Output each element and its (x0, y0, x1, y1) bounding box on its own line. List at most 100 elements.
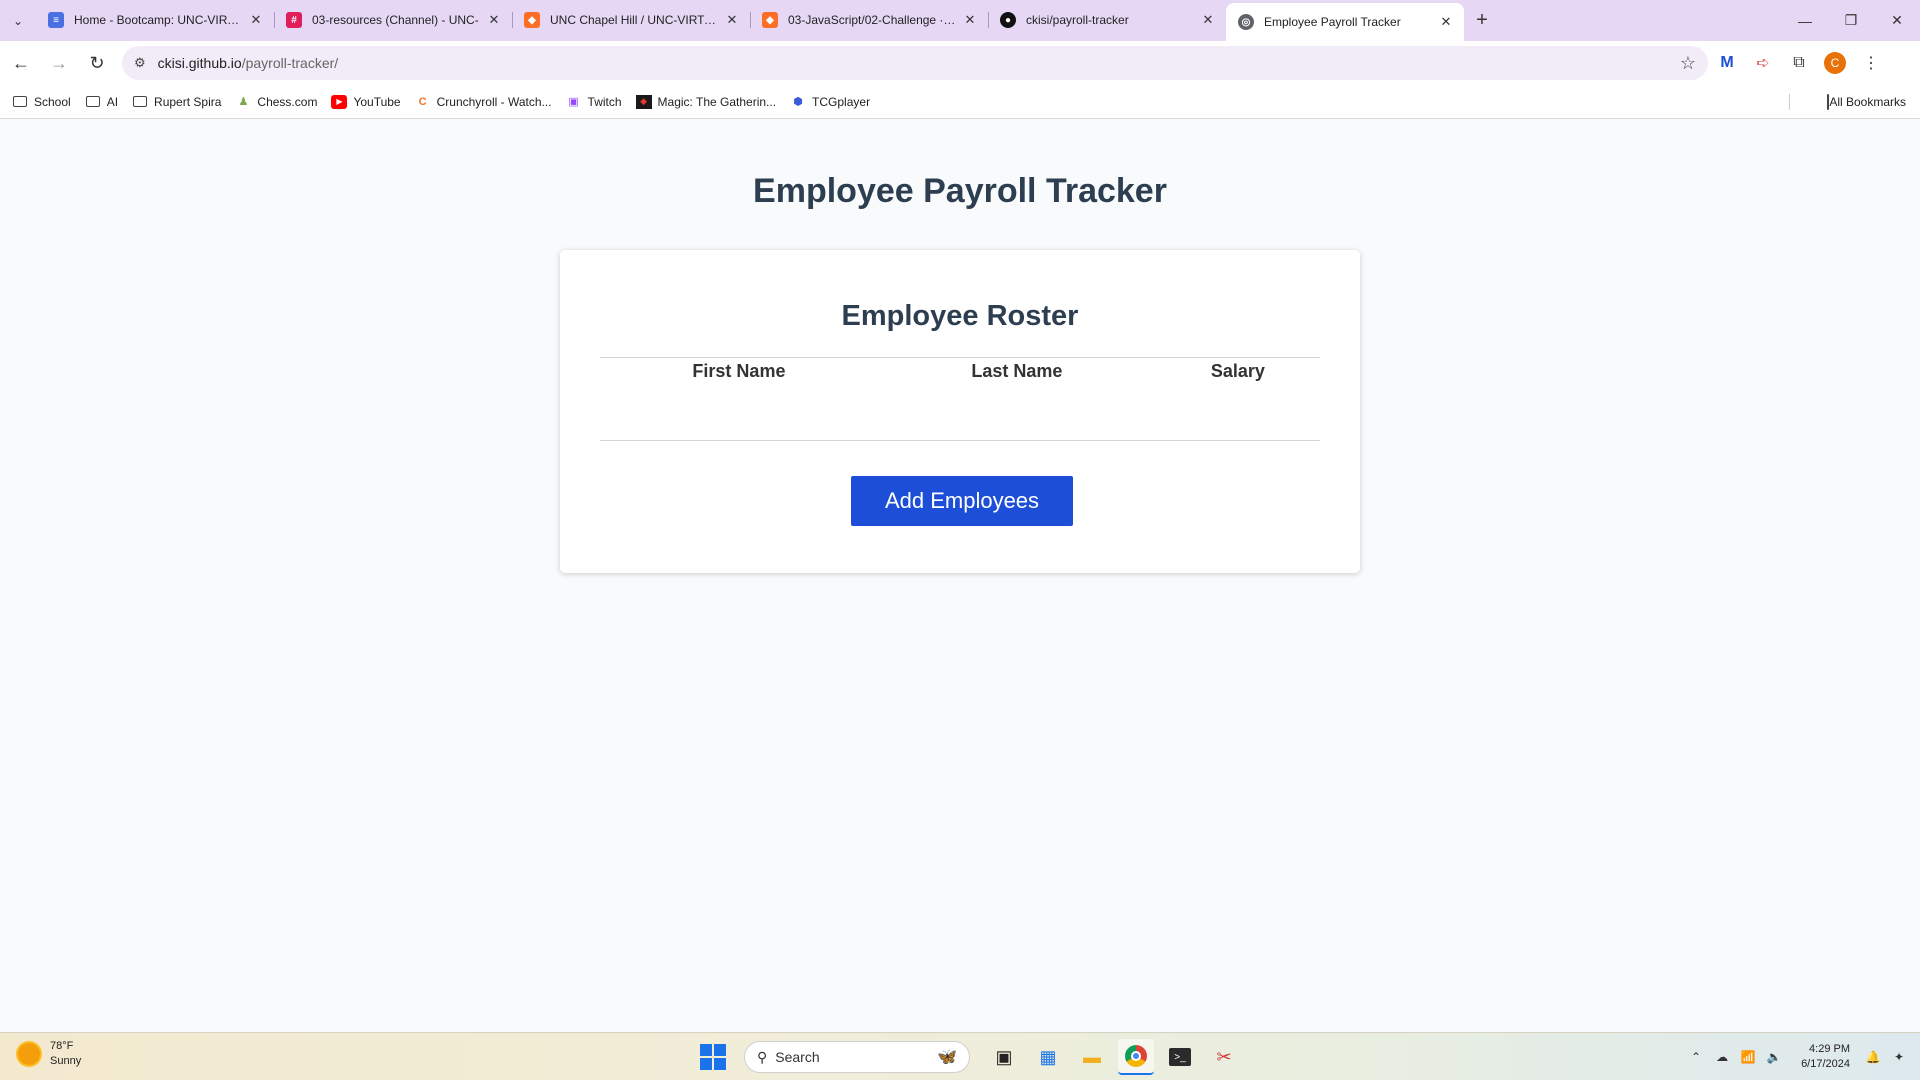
roster-card: Employee Roster First Name Last Name Sal… (560, 250, 1360, 573)
address-bar[interactable]: ⚙ ckisi.github.io/payroll-tracker/ ☆ (122, 46, 1708, 80)
close-icon[interactable]: ✕ (962, 12, 978, 28)
clock[interactable]: 4:29 PM 6/17/2024 (1801, 1042, 1850, 1072)
gitlab-icon: ◆ (762, 12, 778, 28)
all-bookmarks-button[interactable]: All Bookmarks (1827, 85, 1906, 119)
folder-icon (132, 95, 148, 109)
store-icon[interactable]: ▦ (1030, 1039, 1066, 1075)
close-icon[interactable]: ✕ (1200, 12, 1216, 28)
wifi-icon[interactable]: 📶 (1737, 1050, 1759, 1064)
search-highlight-icon: 🦋 (937, 1049, 957, 1066)
close-window-icon[interactable]: ✕ (1874, 0, 1920, 41)
tab-title: 03-resources (Channel) - UNC- (312, 13, 479, 27)
url-path: /payroll-tracker/ (241, 55, 339, 71)
copilot-icon[interactable]: ✦ (1888, 1050, 1910, 1064)
minimize-icon[interactable]: — (1782, 0, 1828, 41)
malwarebytes-extension-icon[interactable]: M (1710, 46, 1744, 80)
clock-date: 6/17/2024 (1801, 1058, 1850, 1070)
globe-icon: ◎ (1238, 14, 1254, 30)
all-bookmarks-label: All Bookmarks (1829, 95, 1906, 109)
tab-slack-channel[interactable]: # 03-resources (Channel) - UNC- ✕ (274, 3, 512, 37)
bookmark-youtube[interactable]: ▶ YouTube (331, 94, 401, 109)
taskbar-search-input[interactable]: ⚲ Search 🦋 (744, 1041, 970, 1073)
notification-bell-icon[interactable]: 🔔 (1862, 1050, 1884, 1064)
chess-icon: ♟ (238, 96, 249, 108)
tab-title: 03-JavaScript/02-Challenge · m (788, 13, 956, 27)
tab-bootcamp-home[interactable]: ≡ Home - Bootcamp: UNC-VIRT-F ✕ (36, 3, 274, 37)
weather-widget[interactable]: 78°F Sunny (18, 1039, 81, 1069)
weather-desc: Sunny (50, 1055, 82, 1067)
extension-icon[interactable]: ➪ (1746, 46, 1780, 80)
bookmark-crunchyroll[interactable]: C Crunchyroll - Watch... (415, 95, 552, 109)
doc-icon: ≡ (48, 12, 64, 28)
new-tab-button[interactable]: + (1464, 3, 1500, 37)
tab-github-repo[interactable]: ● ckisi/payroll-tracker ✕ (988, 3, 1226, 37)
close-icon[interactable]: ✕ (248, 12, 264, 28)
tab-title: ckisi/payroll-tracker (1026, 13, 1129, 27)
gitlab-icon: ◆ (524, 12, 540, 28)
url-host: ckisi.github.io (157, 55, 242, 71)
menu-kebab-icon[interactable]: ⋮ (1854, 46, 1888, 80)
bookmarks-divider (1789, 94, 1790, 110)
slack-icon: # (286, 12, 302, 28)
page-title: Employee Payroll Tracker (753, 172, 1167, 210)
tab-gitlab-challenge[interactable]: ◆ 03-JavaScript/02-Challenge · m ✕ (750, 3, 988, 37)
bookmark-rupert-spira[interactable]: Rupert Spira (132, 95, 221, 109)
task-view-icon[interactable]: ▣ (986, 1039, 1022, 1075)
browser-toolbar: ← → ↻ ⚙ ckisi.github.io/payroll-tracker/… (0, 41, 1920, 85)
sun-icon (18, 1043, 40, 1065)
chevron-up-icon[interactable]: ⌃ (1685, 1050, 1707, 1064)
extensions-puzzle-icon[interactable]: ⧉ (1782, 46, 1816, 80)
bookmark-ai[interactable]: AI (85, 95, 118, 109)
chrome-icon[interactable] (1118, 1039, 1154, 1075)
restore-icon[interactable]: ❐ (1828, 0, 1874, 41)
windows-start-icon[interactable] (700, 1044, 726, 1070)
tab-search-icon[interactable]: ⌄ (0, 0, 36, 41)
youtube-icon: ▶ (331, 94, 348, 109)
onedrive-icon[interactable]: ☁ (1711, 1050, 1733, 1064)
forward-icon[interactable]: → (42, 46, 76, 80)
roster-table-body (600, 384, 1320, 441)
tab-strip: ⌄ ≡ Home - Bootcamp: UNC-VIRT-F ✕ # 03-r… (0, 0, 1920, 41)
reload-icon[interactable]: ↻ (80, 46, 114, 80)
system-tray: ⌃ ☁ 📶 🔈 4:29 PM 6/17/2024 🔔 ✦ (1683, 1033, 1920, 1080)
taskbar-apps: ⚲ Search 🦋 ▣ ▦ ▬ >_ ✂ (700, 1039, 1246, 1075)
url-text[interactable]: ckisi.github.io/payroll-tracker/ (158, 55, 1680, 71)
bookmark-star-icon[interactable]: ☆ (1680, 53, 1696, 74)
weather-text: 78°F Sunny (50, 1039, 81, 1069)
window-controls: — ❐ ✕ (1782, 0, 1920, 41)
bookmark-magic[interactable]: ◆ Magic: The Gatherin... (635, 94, 776, 109)
twitch-icon: ▣ (568, 96, 579, 108)
tab-title: UNC Chapel Hill / UNC-VIRT-FS (550, 13, 718, 27)
search-icon: ⚲ (757, 1048, 768, 1065)
roster-table: First Name Last Name Salary (600, 357, 1320, 382)
crunchyroll-icon: C (418, 95, 427, 108)
avatar: C (1824, 52, 1846, 74)
bookmark-tcgplayer[interactable]: ⬢ TCGplayer (790, 95, 870, 109)
close-icon[interactable]: ✕ (1438, 14, 1454, 30)
snipping-tool-icon[interactable]: ✂ (1206, 1039, 1242, 1075)
bookmark-label: AI (106, 94, 119, 109)
file-explorer-icon[interactable]: ▬ (1074, 1039, 1110, 1075)
back-icon[interactable]: ← (4, 46, 38, 80)
site-info-icon[interactable]: ⚙ (134, 55, 146, 71)
tab-gitlab-unc[interactable]: ◆ UNC Chapel Hill / UNC-VIRT-FS ✕ (512, 3, 750, 37)
close-icon[interactable]: ✕ (486, 12, 502, 28)
tab-title: Employee Payroll Tracker (1264, 15, 1401, 29)
bookmark-label: TCGplayer (812, 94, 871, 109)
bookmark-label: YouTube (353, 94, 401, 109)
terminal-icon[interactable]: >_ (1162, 1039, 1198, 1075)
bookmarks-bar: School AI Rupert Spira ♟ Chess.com ▶ YouTu… (0, 85, 1920, 119)
volume-icon[interactable]: 🔈 (1763, 1050, 1785, 1064)
tab-employee-payroll[interactable]: ◎ Employee Payroll Tracker ✕ (1226, 3, 1464, 41)
folder-icon (85, 95, 101, 109)
search-placeholder: Search (775, 1049, 820, 1065)
close-icon[interactable]: ✕ (724, 12, 740, 28)
github-icon: ● (1000, 12, 1016, 28)
bookmark-twitch[interactable]: ▣ Twitch (566, 95, 621, 109)
column-last-name: Last Name (971, 361, 1063, 381)
table-header-row: First Name Last Name Salary (600, 358, 1320, 383)
profile-avatar[interactable]: C (1818, 46, 1852, 80)
add-employees-button[interactable]: Add Employees (851, 476, 1073, 526)
bookmark-school[interactable]: School (12, 95, 71, 109)
bookmark-chess[interactable]: ♟ Chess.com (235, 95, 317, 109)
